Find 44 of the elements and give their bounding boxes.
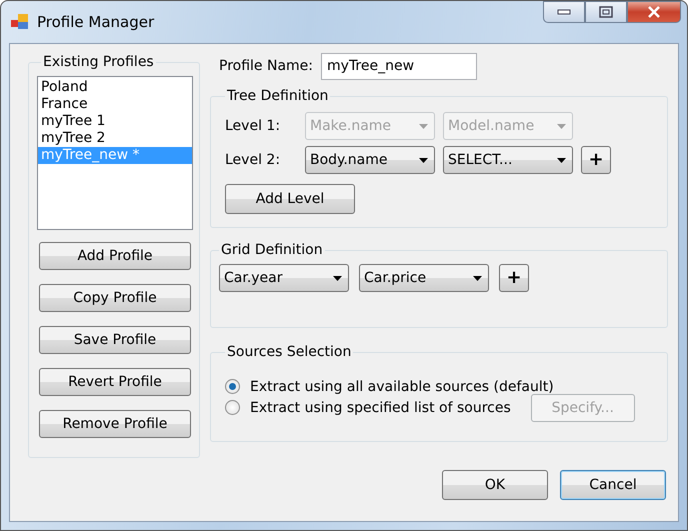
radio-label: Extract using specified list of sources: [250, 400, 511, 416]
radio-button[interactable]: [225, 379, 240, 394]
list-item[interactable]: France: [38, 96, 192, 113]
dropdown[interactable]: Car.year: [219, 264, 349, 292]
field-label: Profile Name:: [219, 58, 314, 74]
list-item[interactable]: Poland: [38, 79, 192, 96]
caret-icon: [419, 158, 428, 162]
caret-icon: [557, 158, 566, 162]
caret-icon: [557, 124, 566, 128]
profile-button[interactable]: Copy Profile: [39, 284, 191, 312]
profile-button[interactable]: Add Profile: [39, 242, 191, 270]
input-field[interactable]: myTree_new: [321, 52, 478, 80]
minimize-icon: [557, 9, 571, 15]
add-button[interactable]: +: [499, 264, 529, 292]
add-level-button[interactable]: Add Level: [225, 184, 355, 214]
dropdown[interactable]: Body.name: [305, 146, 435, 174]
level-label: Level 2:: [225, 152, 282, 168]
close-icon: [646, 6, 662, 18]
dialog-button[interactable]: OK: [442, 470, 548, 500]
add-button[interactable]: +: [581, 146, 611, 174]
minimize-button[interactable]: [543, 1, 585, 23]
close-button[interactable]: [627, 1, 681, 23]
group-title: Tree Definition: [226, 88, 330, 104]
profile-button[interactable]: Save Profile: [39, 326, 191, 354]
app-icon: [11, 14, 29, 30]
caret-icon: [333, 276, 342, 280]
list-item[interactable]: myTree 2: [38, 130, 192, 147]
level-label: Level 1:: [225, 118, 282, 134]
group-title: Existing Profiles: [42, 54, 155, 70]
profile-button[interactable]: Remove Profile: [39, 410, 191, 438]
dialog-button[interactable]: Cancel: [560, 470, 666, 500]
group-title: Grid Definition: [220, 242, 324, 258]
maximize-icon: [599, 6, 613, 18]
dropdown[interactable]: Car.price: [359, 264, 489, 292]
dropdown[interactable]: SELECT...: [443, 146, 573, 174]
list-item[interactable]: myTree 1: [38, 113, 192, 130]
maximize-button[interactable]: [585, 1, 627, 23]
radio-label: Extract using all available sources (default): [250, 378, 554, 394]
window-title: Profile Manager: [37, 13, 154, 31]
group-title: Sources Selection: [226, 344, 352, 360]
radio-button[interactable]: [225, 400, 240, 415]
caret-icon: [473, 276, 482, 280]
caret-icon: [419, 124, 428, 128]
profile-button[interactable]: Revert Profile: [39, 368, 191, 396]
